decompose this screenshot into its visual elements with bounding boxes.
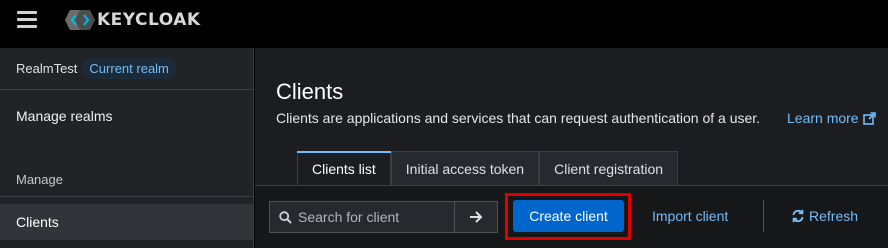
search-icon <box>279 210 292 224</box>
external-link-icon <box>862 111 876 125</box>
page-title: Clients <box>276 79 344 104</box>
sidebar-divider <box>0 196 253 197</box>
create-client-button[interactable]: Create client <box>513 200 624 232</box>
learn-more-link[interactable]: Learn more <box>787 110 876 126</box>
keycloak-logo-icon <box>65 10 95 30</box>
main-content: Clients Clients are applications and ser… <box>255 48 888 248</box>
logo-text: KEYCLOAK <box>97 10 201 30</box>
learn-more-label: Learn more <box>787 110 859 126</box>
tab-clients-list[interactable]: Clients list <box>297 151 391 185</box>
import-client-button[interactable]: Import client <box>652 200 728 232</box>
realm-name: RealmTest <box>16 61 78 76</box>
masthead: KEYCLOAK <box>0 0 888 48</box>
refresh-button[interactable]: Refresh <box>791 200 858 232</box>
toolbar: Create client Import client Refresh <box>255 185 888 248</box>
search-submit-button[interactable] <box>455 201 498 233</box>
current-realm-badge: Current realm <box>82 58 176 79</box>
sidebar-item-manage-realms[interactable]: Manage realms <box>0 90 253 142</box>
arrow-right-icon <box>470 211 483 223</box>
sidebar: RealmTest Current realm Manage realms Ma… <box>0 48 254 248</box>
page-header: Clients Clients are applications and ser… <box>255 48 888 185</box>
refresh-label: Refresh <box>809 208 859 224</box>
page-description: Clients are applications and services th… <box>276 110 761 126</box>
search-input[interactable] <box>298 209 448 225</box>
sidebar-item-clients[interactable]: Clients <box>0 204 253 240</box>
realm-selector[interactable]: RealmTest Current realm <box>0 48 253 90</box>
search-box[interactable] <box>269 201 455 233</box>
tab-initial-access-token[interactable]: Initial access token <box>390 151 540 185</box>
hamburger-icon[interactable] <box>17 11 37 29</box>
tab-client-registration[interactable]: Client registration <box>539 151 679 185</box>
sidebar-section-manage: Manage <box>16 172 63 187</box>
sync-icon <box>792 209 804 223</box>
tab-bar: Clients list Initial access token Client… <box>297 151 679 185</box>
toolbar-divider <box>763 200 764 232</box>
brand-logo[interactable]: KEYCLOAK <box>64 8 201 32</box>
